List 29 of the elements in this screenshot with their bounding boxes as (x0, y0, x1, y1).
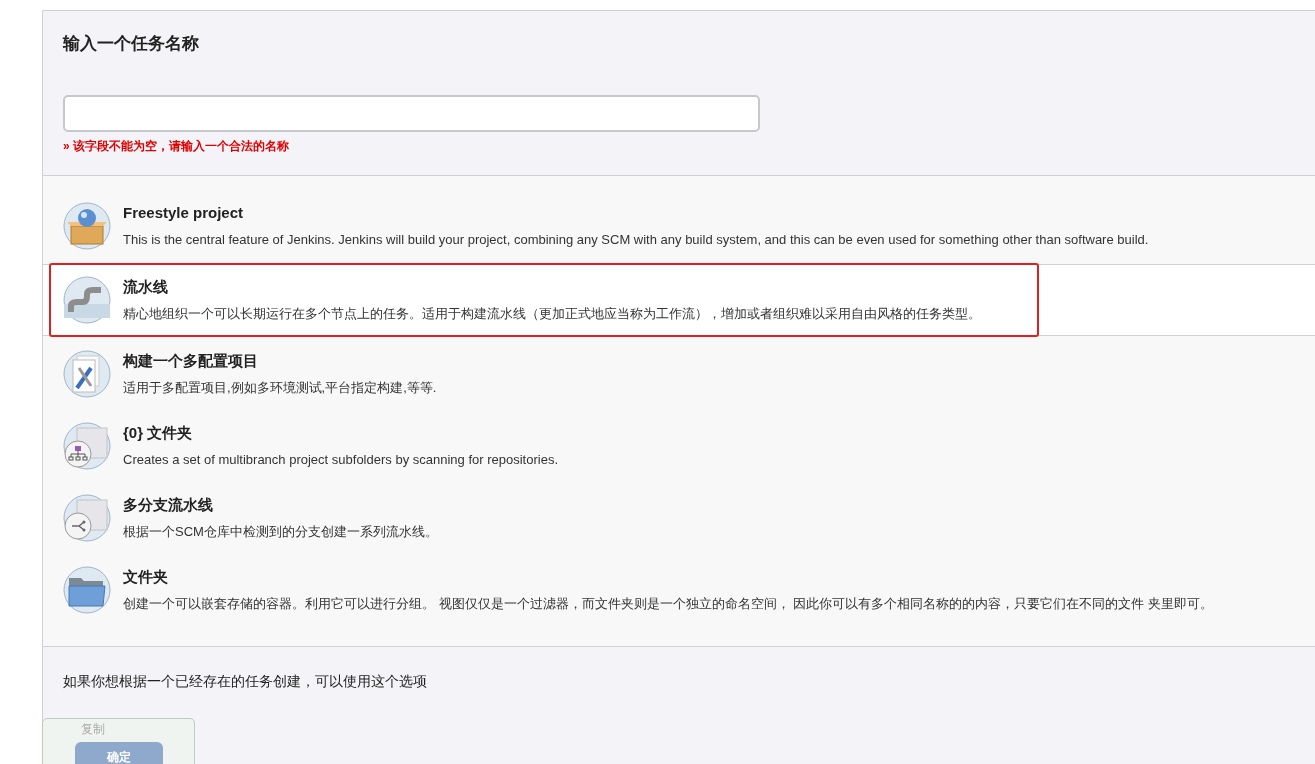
job-type-description: 创建一个可以嵌套存储的容器。利用它可以进行分组。 视图仅仅是一个过滤器，而文件夹则是一个独立的命名空间， 因此你可以有多个相同名称的的内容，只要它们在不同的文件 夹里即可。 (123, 595, 1213, 613)
error-message: » 该字段不能为空，请输入一个合法的名称 (63, 137, 290, 155)
job-type-item[interactable]: Freestyle project This is the central feature of Jenkins. Jenkins will build your project, combining any SCM with any build system, and this can be even used for something other than software build. (43, 189, 1315, 262)
job-type-item[interactable]: 文件夹 创建一个可以嵌套存储的容器。利用它可以进行分组。 视图仅仅是一个过滤器，而文件夹则是一个独立的命名空间， 因此你可以有多个相同名称的的内容，只要它们在不同的文件 夹里即可。 (43, 553, 1315, 626)
job-type-description: 根据一个SCM仓库中检测到的分支创建一系列流水线。 (123, 523, 438, 541)
copy-label: 复制 (81, 721, 106, 738)
box-icon (63, 201, 111, 250)
job-type-title: {0} 文件夹 (123, 422, 194, 443)
hierarchy-folder-icon (63, 421, 111, 470)
job-type-title: 流水线 (123, 276, 169, 297)
tools-icon (63, 349, 111, 398)
item-name-field[interactable] (63, 94, 760, 132)
folder-icon (63, 565, 111, 614)
section-title: 输入一个任务名称 (63, 33, 200, 55)
job-type-description: This is the central feature of Jenkins. Jenkins will build your project, combining any SCM with any build system, and this can be even used for something other than software build. (123, 231, 1149, 249)
copy-hint: 如果你想根据一个已经存在的任务创建，可以使用这个选项 (63, 671, 428, 691)
job-type-description: Creates a set of multibranch project subfolders by scanning for repositories. (123, 451, 558, 469)
job-type-description: 精心地组织一个可以长期运行在多个节点上的任务。适用于构建流水线（更加正式地应当称为工作流），增加或者组织难以采用自由风格的任务类型。 (123, 305, 981, 323)
pipe-icon (63, 275, 111, 324)
job-type-title: Freestyle project (123, 202, 245, 223)
job-type-item[interactable]: 构建一个多配置项目 适用于多配置项目,例如多环境测试,平台指定构建,等等. (43, 337, 1315, 410)
job-type-description: 适用于多配置项目,例如多环境测试,平台指定构建,等等. (123, 379, 437, 397)
job-type-item[interactable]: {0} 文件夹 Creates a set of multibranch project subfolders by scanning for repositories. (43, 409, 1315, 482)
branch-folder-icon (63, 493, 111, 542)
job-type-title: 构建一个多配置项目 (123, 350, 259, 371)
job-type-title: 文件夹 (123, 566, 169, 587)
job-type-item[interactable]: 多分支流水线 根据一个SCM仓库中检测到的分支创建一系列流水线。 (43, 481, 1315, 554)
job-type-title: 多分支流水线 (123, 494, 214, 515)
job-type-item[interactable]: 流水线 精心地组织一个可以长期运行在多个节点上的任务。适用于构建流水线（更加正式地应当称为工作流），增加或者组织难以采用自由风格的任务类型。 (43, 263, 1315, 336)
